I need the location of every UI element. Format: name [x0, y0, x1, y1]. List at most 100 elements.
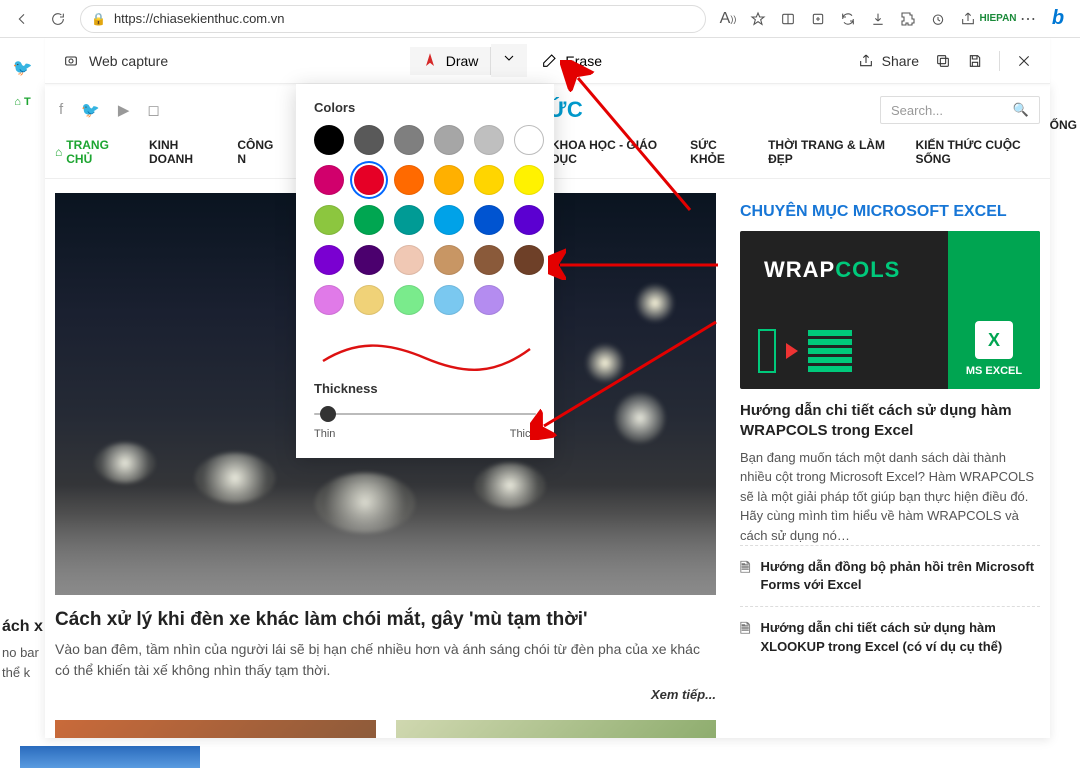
color-swatch[interactable] — [394, 245, 424, 275]
nav-item[interactable]: SỨC KHỎE — [690, 138, 746, 166]
capture-icon — [63, 53, 79, 69]
thickness-heading: Thickness — [314, 381, 536, 396]
nav-item[interactable]: THỜI TRANG & LÀM ĐẸP — [768, 138, 893, 166]
color-swatch[interactable] — [434, 245, 464, 275]
downloads-button[interactable] — [864, 5, 892, 33]
color-swatch[interactable] — [514, 205, 544, 235]
color-swatch[interactable] — [314, 205, 344, 235]
color-swatch[interactable] — [514, 165, 544, 195]
sidebar-article-title[interactable]: Hướng dẫn chi tiết cách sử dụng hàm WRAP… — [740, 401, 1040, 442]
url-text: https://chiasekienthuc.com.vn — [114, 11, 285, 26]
color-swatch[interactable] — [314, 245, 344, 275]
erase-label: Erase — [565, 53, 602, 69]
color-swatch[interactable] — [474, 125, 504, 155]
nav-item[interactable]: KHOA HỌC - GIÁO DỤC — [551, 138, 668, 166]
color-swatch[interactable] — [474, 165, 504, 195]
share-icon — [858, 53, 874, 69]
color-swatch[interactable] — [314, 125, 344, 155]
twitter-icon: 🐦 — [13, 58, 33, 78]
color-swatch[interactable] — [354, 245, 384, 275]
color-swatch[interactable] — [474, 245, 504, 275]
color-swatch[interactable] — [434, 285, 464, 315]
article-excerpt: Vào ban đêm, tầm nhìn của người lái sẽ b… — [55, 639, 716, 681]
address-bar[interactable]: 🔒 https://chiasekienthuc.com.vn — [80, 5, 706, 33]
read-aloud-button[interactable]: A)) — [714, 5, 742, 33]
share-page-button[interactable] — [954, 5, 982, 33]
bing-icon[interactable]: b — [1044, 5, 1072, 33]
separator — [999, 51, 1000, 71]
draw-options-chevron[interactable] — [491, 44, 527, 77]
collections-button[interactable] — [804, 5, 832, 33]
read-more-link[interactable]: Xem tiếp... — [55, 687, 716, 702]
color-swatch[interactable] — [434, 165, 464, 195]
favorite-button[interactable] — [744, 5, 772, 33]
color-swatch[interactable] — [354, 285, 384, 315]
background-right-strip — [1050, 38, 1080, 768]
color-swatch-grid — [314, 125, 536, 315]
color-swatch[interactable] — [474, 285, 504, 315]
twitter-icon-2[interactable]: 🐦 — [81, 101, 100, 119]
share-button[interactable]: Share — [858, 53, 919, 69]
web-capture-label: Web capture — [89, 53, 168, 69]
color-swatch[interactable] — [474, 205, 504, 235]
instagram-icon[interactable]: ◻ — [147, 101, 159, 119]
slider-thumb[interactable] — [320, 406, 336, 422]
facebook-icon[interactable]: f — [59, 101, 63, 119]
color-swatch[interactable] — [394, 165, 424, 195]
color-swatch[interactable] — [354, 125, 384, 155]
doc-icon: 🗎 — [740, 559, 750, 594]
nav-item[interactable]: KINH DOANH — [149, 138, 215, 166]
color-swatch[interactable] — [354, 205, 384, 235]
sidebar-link[interactable]: 🗎Hướng dẫn đồng bộ phản hồi trên Microso… — [740, 545, 1040, 606]
excel-banner[interactable]: WRAPCOLS X MS EXCEL — [740, 231, 1040, 389]
slider-track — [314, 413, 536, 415]
refresh-button[interactable] — [44, 5, 72, 33]
performance-button[interactable] — [924, 5, 952, 33]
search-placeholder: Search... — [891, 103, 943, 118]
sidebar-article-desc: Bạn đang muốn tách một danh sách dài thà… — [740, 448, 1040, 546]
color-swatch[interactable] — [514, 125, 544, 155]
colors-heading: Colors — [314, 100, 536, 115]
eraser-icon — [541, 53, 557, 69]
draw-label: Draw — [446, 53, 479, 69]
ext-logo-1[interactable]: HIEPAN — [984, 5, 1012, 33]
color-swatch[interactable] — [394, 285, 424, 315]
color-swatch[interactable] — [514, 245, 544, 275]
save-button[interactable] — [967, 53, 983, 69]
color-swatch[interactable] — [394, 205, 424, 235]
youtube-icon[interactable]: ▶ — [118, 101, 130, 119]
copy-button[interactable] — [935, 53, 951, 69]
thickness-slider[interactable] — [314, 406, 536, 422]
color-swatch[interactable] — [314, 285, 344, 315]
color-swatch[interactable] — [394, 125, 424, 155]
background-left-strip: 🐦 ⌂ T ách x no bar thể k — [0, 38, 45, 768]
close-button[interactable] — [1016, 53, 1032, 69]
nav-item[interactable]: KIẾN THỨC CUỘC SỐNG — [915, 138, 1040, 166]
sync-button[interactable] — [834, 5, 862, 33]
nav-item[interactable]: CÔNG N — [237, 138, 279, 166]
lock-icon: 🔒 — [91, 12, 106, 26]
thin-label: Thin — [314, 428, 335, 440]
erase-button[interactable]: Erase — [527, 47, 616, 75]
draw-button[interactable]: Draw — [410, 47, 492, 75]
thumbnail-1[interactable] — [55, 720, 376, 738]
nav-home[interactable]: ⌂ TRANG CHỦ — [55, 138, 127, 166]
color-swatch[interactable] — [354, 165, 384, 195]
draw-options-popover: Colors Thickness Thin Thick — [296, 84, 554, 458]
article-title[interactable]: Cách xử lý khi đèn xe khác làm chói mắt,… — [55, 609, 716, 631]
sidebar-link[interactable]: 🗎Hướng dẫn chi tiết cách sử dụng hàm XLO… — [740, 606, 1040, 667]
search-icon: 🔍 — [1013, 102, 1029, 118]
search-input[interactable]: Search... 🔍 — [880, 96, 1040, 124]
thick-label: Thick — [510, 428, 536, 440]
color-swatch[interactable] — [434, 125, 464, 155]
color-swatch[interactable] — [434, 205, 464, 235]
back-button[interactable] — [8, 5, 36, 33]
widget-title: CHUYÊN MỤC MICROSOFT EXCEL — [740, 193, 1040, 231]
extensions-button[interactable] — [894, 5, 922, 33]
color-swatch[interactable] — [314, 165, 344, 195]
stroke-preview — [314, 333, 536, 373]
background-bottom-strip — [0, 738, 1080, 768]
thumbnail-2[interactable] — [396, 720, 717, 738]
more-button[interactable]: ⋯ — [1014, 5, 1042, 33]
split-tab-button[interactable] — [774, 5, 802, 33]
